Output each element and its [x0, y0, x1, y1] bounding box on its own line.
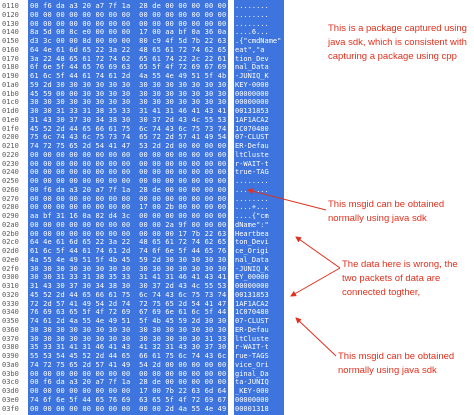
address-column: 0110 0120 0130 0140 0150 0160 0170 0180 0190 01a0…: [0, 0, 28, 415]
ascii-row[interactable]: 00001318: [235, 404, 269, 414]
hex-bytes-panel[interactable]: 00 f6 da a3 20 a7 7f 1a 28 de 00 00 00 0…: [28, 0, 228, 415]
annotation-msgid-first: This msgid can be obtained normally usin…: [328, 199, 445, 224]
arrow-to-second-msgid: [295, 317, 337, 357]
ascii-preview-panel[interactable]: ........................ ....6... .{"cmdNa…: [234, 0, 284, 415]
hex-row[interactable]: 00 00 00 00 00 00 00 00 00 00 2d 4a 55 4…: [30, 404, 228, 414]
annotation-msgid-second: This msgid can be obtained normally usin…: [338, 351, 455, 376]
annotation-data-wrong: The data here is wrong, the two packets …: [342, 259, 458, 298]
annotation-java-sdk-capture: This is a package captured using java sd…: [328, 23, 467, 62]
address-label: 03f0: [2, 404, 19, 413]
arrow-to-wrong-data-2: [290, 267, 341, 297]
arrow-to-wrong-data-1: [295, 236, 341, 269]
